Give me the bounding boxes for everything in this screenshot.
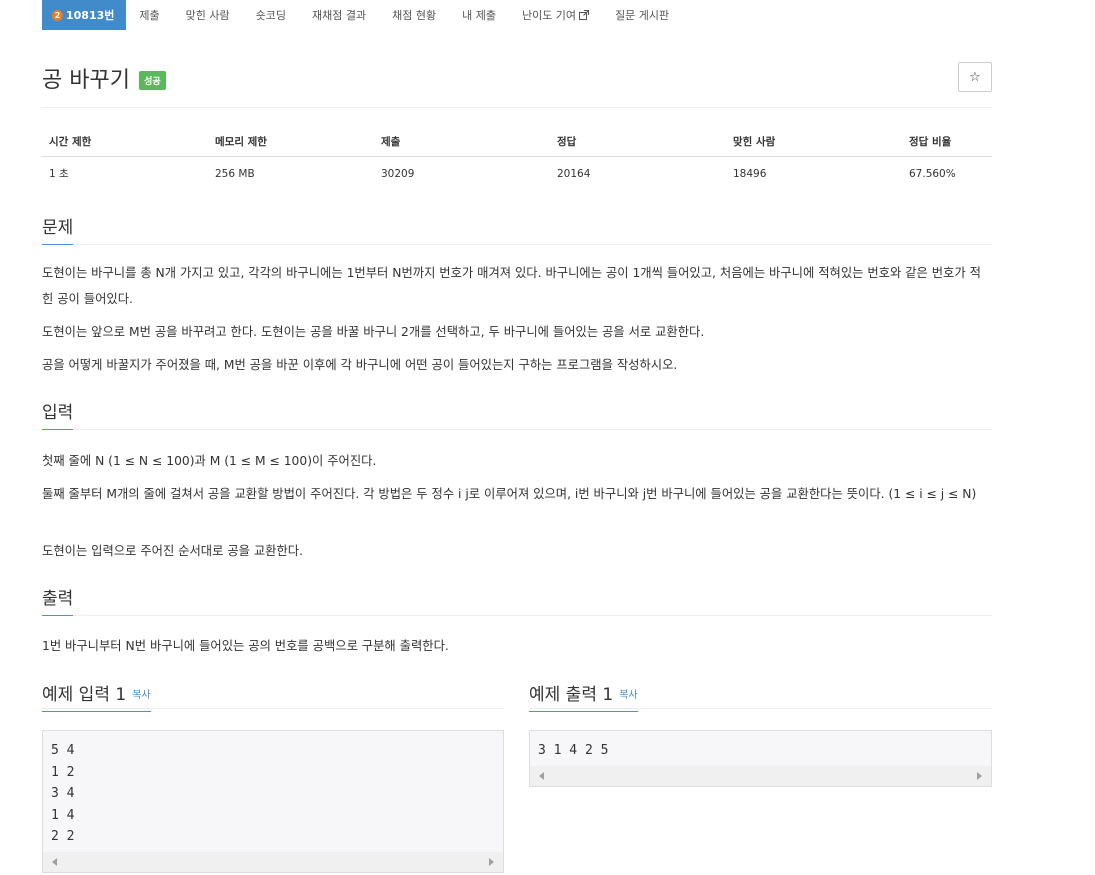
solvers: 18496 [733, 167, 767, 180]
memory-limit: 256 MB [215, 167, 255, 180]
info-header: 메모리 제한 [208, 128, 374, 157]
nav-status[interactable]: 채점 현황 [379, 0, 449, 30]
output-text-1: 1번 바구니부터 N번 바구니에 들어있는 공의 번호를 공백으로 구분해 출력… [42, 639, 449, 653]
scroll-right-icon[interactable] [489, 858, 494, 866]
output-section-header: 출력 [42, 584, 992, 616]
problem-section-header: 문제 [42, 213, 992, 245]
sample-input-text: 5 4 1 2 3 4 1 4 2 2 [51, 743, 75, 844]
star-icon: ☆ [969, 69, 981, 85]
input-heading: 입력 [42, 398, 74, 430]
submissions: 30209 [381, 167, 415, 180]
nav-board[interactable]: 질문 게시판 [602, 0, 682, 30]
input-text-2: 둘째 줄부터 M개의 줄에 걸쳐서 공을 교환할 방법이 주어진다. 각 방법은… [42, 487, 977, 501]
input-section-header: 입력 [42, 398, 992, 430]
accepted: 20164 [557, 167, 591, 180]
nav-solvers[interactable]: 맞힌 사람 [173, 0, 243, 30]
scroll-left-icon[interactable] [52, 858, 57, 866]
info-header: 제출 [374, 128, 550, 157]
accept-ratio: 67.560% [909, 167, 956, 180]
tier-icon: 2 [52, 9, 63, 21]
nav-submit[interactable]: 제출 [126, 0, 172, 30]
sample-output-scrollbar[interactable] [530, 766, 991, 786]
problem-nav: 2 10813번 제출 맞힌 사람 숏코딩 재채점 결과 채점 현황 내 제출 … [42, 0, 682, 30]
nav-difficulty-label: 난이도 기여 [521, 9, 577, 22]
sample-output-block[interactable]: 3 1 4 2 5 [529, 730, 992, 787]
page-title: 공 바꾸기 [42, 68, 130, 93]
info-header: 정답 비율 [902, 128, 992, 157]
title-divider [42, 107, 992, 108]
sample-input-title: 예제 입력 1 [42, 685, 127, 705]
scroll-right-icon[interactable] [977, 772, 982, 780]
external-link-icon [579, 10, 590, 20]
copy-output-button[interactable]: 복사 [619, 690, 637, 701]
sample-input-divider [42, 708, 504, 709]
info-value-row: 1 초 256 MB 30209 20164 18496 67.560% [42, 157, 992, 191]
sample-output-divider [529, 708, 992, 709]
info-header: 맞힌 사람 [726, 128, 902, 157]
nav-my-submissions[interactable]: 내 제출 [449, 0, 509, 30]
output-heading: 출력 [42, 584, 74, 616]
title-row: 공 바꾸기 성공 ☆ [42, 62, 992, 94]
time-limit: 1 초 [49, 168, 69, 180]
problem-heading: 문제 [42, 213, 74, 245]
input-text-1: 첫째 줄에 N (1 ≤ N ≤ 100)과 M (1 ≤ M ≤ 100)이 … [42, 454, 377, 468]
problem-text-1: 도현이는 바구니를 총 N개 가지고 있고, 각각의 바구니에는 1번부터 N번… [42, 266, 981, 306]
info-header-row: 시간 제한 메모리 제한 제출 정답 맞힌 사람 정답 비율 [42, 128, 992, 157]
sample-input-scrollbar[interactable] [43, 852, 503, 872]
info-header: 시간 제한 [42, 128, 208, 157]
nav-problem-number[interactable]: 2 10813번 [42, 0, 127, 30]
nav-rejudge[interactable]: 재채점 결과 [299, 0, 379, 30]
info-header: 정답 [550, 128, 726, 157]
problem-number-label: 10813번 [66, 9, 115, 22]
star-button[interactable]: ☆ [958, 62, 992, 92]
problem-info-table: 시간 제한 메모리 제한 제출 정답 맞힌 사람 정답 비율 1 초 256 M… [42, 128, 992, 190]
sample-output-text: 3 1 4 2 5 [538, 743, 609, 758]
nav-difficulty[interactable]: 난이도 기여 [509, 0, 602, 30]
problem-text-2: 도현이는 앞으로 M번 공을 바꾸려고 한다. 도현이는 공을 바꿀 바구니 2… [42, 325, 705, 339]
nav-short-coding[interactable]: 숏코딩 [243, 0, 299, 30]
copy-input-button[interactable]: 복사 [132, 690, 150, 701]
problem-text-3: 공을 어떻게 바꿀지가 주어졌을 때, M번 공을 바꾼 이후에 각 바구니에 … [42, 358, 678, 372]
sample-output-title: 예제 출력 1 [529, 685, 614, 705]
status-badge: 성공 [139, 71, 166, 90]
input-text-3: 도현이는 입력으로 주어진 순서대로 공을 교환한다. [42, 544, 304, 558]
sample-input-block[interactable]: 5 4 1 2 3 4 1 4 2 2 [42, 730, 504, 873]
scroll-left-icon[interactable] [539, 772, 544, 780]
